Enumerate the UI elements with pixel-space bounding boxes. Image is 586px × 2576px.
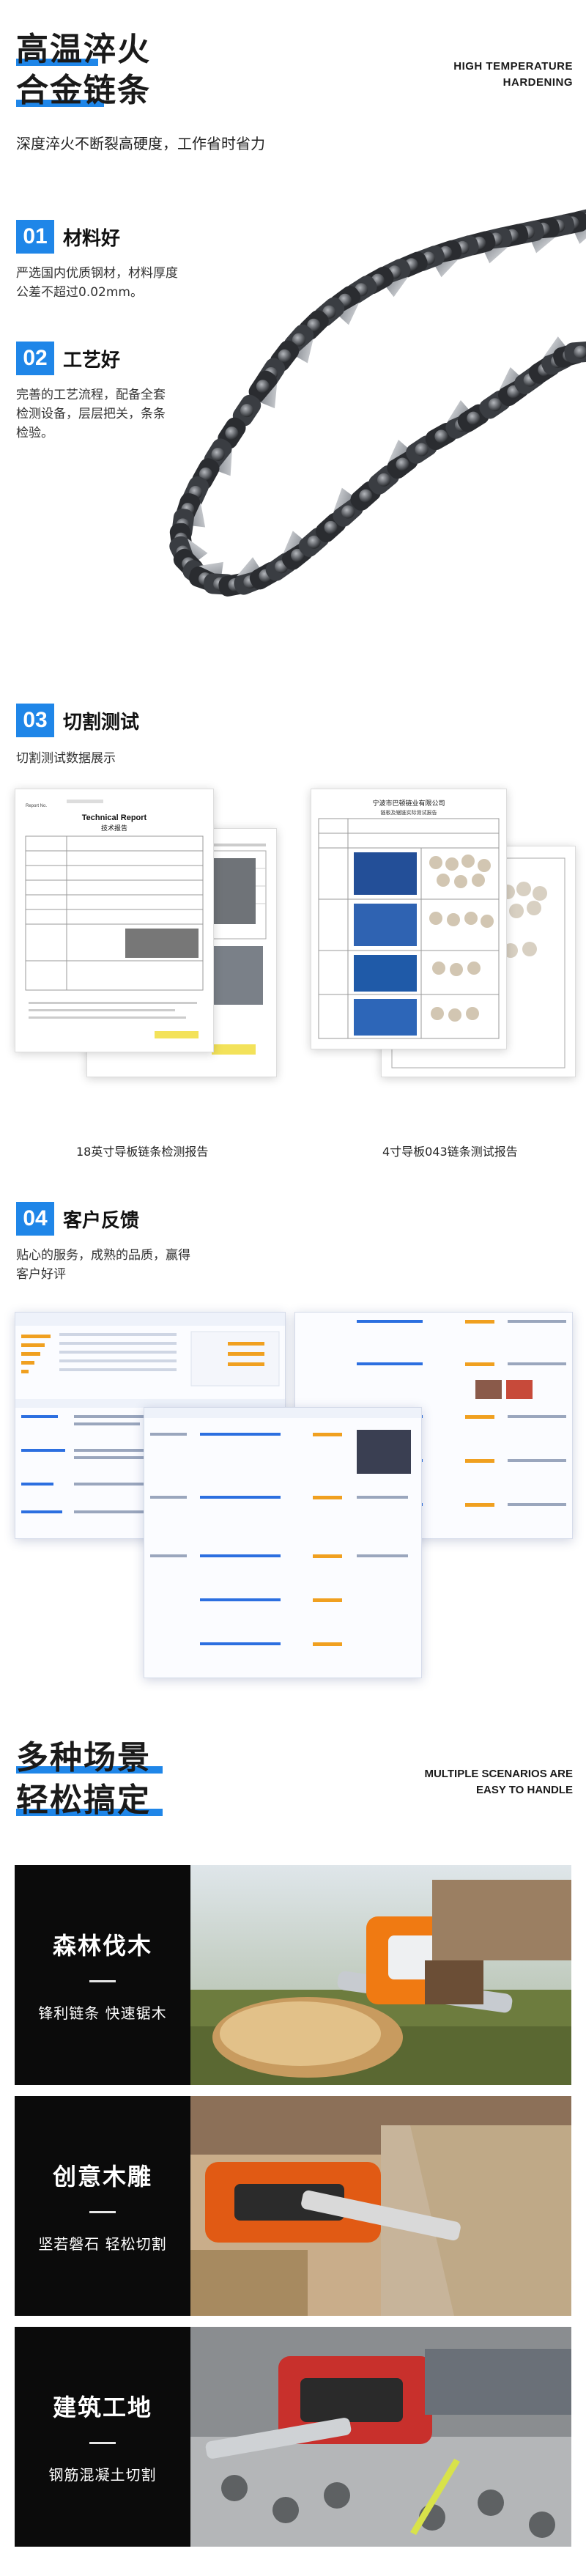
scenarios-en-line1: MULTIPLE SCENARIOS ARE: [424, 1768, 573, 1780]
section-title: 客户反馈: [63, 1209, 140, 1232]
scene-forest-logging: 森林伐木 锋利链条 快速锯木: [15, 1865, 571, 2085]
chain-rivet: [396, 457, 409, 471]
scenarios-title: 多种场景 轻松搞定: [16, 1737, 163, 1822]
feature-title: 材料好: [63, 227, 121, 250]
scenarios-english-title: MULTIPLE SCENARIOS ARE EASY TO HANDLE: [424, 1766, 573, 1798]
right-report-caption: 4寸导板043链条测试报告: [382, 1145, 518, 1159]
section-description: 切割测试数据展示: [16, 751, 116, 766]
chain-rivet: [467, 411, 481, 425]
hero-en-line1: HIGH TEMPERATURE: [453, 60, 573, 73]
customer-feedback-section: 04 客户反馈 贴心的服务，成熟的品质，赢得客户好评: [16, 1202, 192, 1284]
section-title: 切割测试: [63, 711, 140, 734]
chain-rivet: [359, 489, 373, 503]
scene-divider: [89, 2211, 116, 2213]
scene-tagline: 钢筋混凝土切割: [48, 2466, 157, 2484]
hero-english-title: HIGH TEMPERATURE HARDENING: [453, 59, 573, 91]
test-report-subtitle: 链板及锯链实际测试报告: [381, 809, 437, 816]
scenarios-title-line2: 轻松搞定: [16, 1782, 151, 1819]
hero-title-line2: 合金链条: [16, 72, 151, 109]
chain-rivet: [415, 443, 429, 457]
report-title-en: Technical Report: [82, 813, 147, 822]
scene-construction-site: 建筑工地 钢筋混凝土切割: [15, 2327, 571, 2547]
wood-carving-photo: [190, 2096, 571, 2316]
feature-title: 工艺好: [63, 349, 121, 372]
scene-wood-carving: 创意木雕 坚若磐石 轻松切割: [15, 2096, 571, 2316]
saw-chain-image: [117, 132, 586, 674]
test-report-page-1: 宁波市巴顿链业有限公司 链板及锯链实际测试报告: [311, 789, 507, 1049]
left-report-caption: 18英寸导板链条检测报告: [76, 1145, 209, 1159]
scenarios-title-line1: 多种场景: [16, 1739, 151, 1776]
chain-rivet: [256, 380, 270, 394]
feature-number: 02: [16, 342, 54, 375]
hero-section: 高温淬火 合金链条 HIGH TEMPERATURE HARDENING 深度淬…: [0, 0, 586, 704]
chain-rivet: [324, 520, 338, 534]
scene-tagline: 锋利链条 快速锯木: [38, 2004, 167, 2022]
svg-text:Report No.: Report No.: [26, 804, 47, 808]
review-detail-screenshot: [144, 1407, 422, 1678]
chain-rivet: [240, 404, 254, 418]
section-description: 贴心的服务，成熟的品质，赢得客户好评: [16, 1248, 190, 1282]
feedback-screenshots: [0, 1304, 586, 1686]
hero-en-line2: HARDENING: [502, 76, 573, 89]
section-number: 03: [16, 704, 54, 737]
chain-rivet: [434, 429, 448, 443]
chain-rivet: [341, 505, 355, 519]
report-title-cn: 技术报告: [101, 824, 127, 833]
product-detail-page: 高温淬火 合金链条 HIGH TEMPERATURE HARDENING 深度淬…: [0, 0, 586, 2576]
chain-rivet: [225, 427, 239, 440]
hero-title-line1: 高温淬火: [16, 31, 151, 68]
scene-divider: [89, 1980, 116, 1982]
scene-name: 森林伐木: [52, 1932, 152, 1960]
scene-name: 创意木雕: [52, 2163, 152, 2191]
chain-rivet: [488, 398, 502, 412]
report-page-1: Report No. Technical Report 技术报告: [15, 789, 214, 1052]
forest-logging-photo: [190, 1865, 571, 2085]
chain-rivet: [211, 447, 225, 461]
scene-name: 建筑工地: [52, 2394, 152, 2421]
section-number: 04: [16, 1202, 54, 1236]
chain-rivet: [377, 473, 391, 487]
construction-site-photo: [190, 2327, 571, 2547]
scenarios-en-line2: EASY TO HANDLE: [476, 1784, 573, 1796]
hero-title: 高温淬火 合金链条: [16, 29, 151, 111]
cutting-test-section: 03 切割测试 切割测试数据展示: [16, 704, 139, 766]
test-reports: Report No. Technical Report 技术报告 18英寸导板链…: [0, 777, 586, 1187]
feature-number: 01: [16, 220, 54, 254]
scene-tagline: 坚若磐石 轻松切割: [38, 2235, 167, 2253]
scene-divider: [89, 2442, 116, 2444]
test-report-company: 宁波市巴顿链业有限公司: [372, 799, 445, 808]
